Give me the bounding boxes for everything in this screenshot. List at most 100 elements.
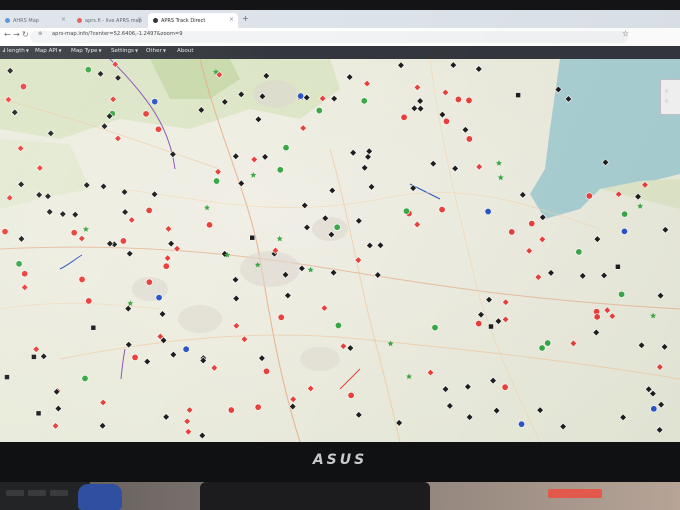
station-red-circle-icon[interactable] [19, 83, 27, 91]
station-red-circle-icon[interactable] [277, 313, 285, 321]
station-red-circle-icon[interactable] [70, 229, 78, 237]
station-green-circle-icon[interactable] [538, 344, 546, 352]
station-red-circle-icon[interactable] [145, 206, 153, 214]
station-green-circle-icon[interactable] [276, 166, 284, 174]
station-red-circle-icon[interactable] [85, 297, 93, 305]
menu-other[interactable]: Other▼ [146, 48, 166, 54]
station-blue-circle-icon[interactable] [620, 227, 628, 235]
menu-length[interactable]: Ⅎ length▼ [2, 48, 29, 54]
station-green-circle-icon[interactable] [618, 290, 626, 298]
tab-ahrs-map[interactable]: AHRS Map × [0, 13, 70, 28]
tab-aprs-fi[interactable]: aprs.fi - live APRS map × [72, 13, 146, 28]
station-red-circle-icon[interactable] [142, 110, 150, 118]
station-red-circle-icon[interactable] [438, 206, 446, 214]
station-red-circle-icon[interactable] [119, 237, 127, 245]
menu-label: About [177, 48, 194, 54]
station-green-circle-icon[interactable] [81, 374, 89, 382]
monitor-screen: AHRS Map × aprs.fi - live APRS map × APR… [0, 10, 680, 442]
station-square-icon[interactable] [35, 410, 42, 417]
station-red-circle-icon[interactable] [254, 403, 262, 411]
urban-area [178, 305, 222, 333]
browser-tab-bar: AHRS Map × aprs.fi - live APRS map × APR… [0, 10, 680, 28]
station-green-circle-icon[interactable] [282, 144, 290, 152]
monitor-top-bezel [0, 0, 680, 10]
lock-icon: ⊜ [38, 31, 43, 37]
app-menu-bar [0, 46, 680, 59]
station-green-circle-icon[interactable] [315, 107, 323, 115]
station-blue-circle-icon[interactable] [182, 345, 190, 353]
station-square-icon[interactable] [488, 323, 494, 330]
menu-map-api[interactable]: Map API▼ [35, 48, 62, 54]
station-red-circle-icon[interactable] [78, 275, 86, 283]
menu-about[interactable]: About [177, 48, 194, 54]
chevron-down-icon: ▼ [25, 48, 29, 53]
station-blue-circle-icon[interactable] [650, 405, 658, 413]
station-green-circle-icon[interactable] [360, 97, 368, 105]
chevron-down-icon: ▼ [162, 48, 166, 53]
station-red-circle-icon[interactable] [206, 221, 214, 229]
tab-aprs-track-direct[interactable]: APRS Track Direct × [148, 13, 238, 28]
station-red-circle-icon[interactable] [131, 353, 139, 361]
station-green-circle-icon[interactable] [431, 324, 439, 332]
station-blue-circle-icon[interactable] [151, 98, 159, 106]
url-text[interactable]: aprs-map.info/?center=52.6406,-1.2497&zo… [52, 31, 183, 37]
station-red-circle-icon[interactable] [400, 113, 408, 121]
urban-area [240, 251, 300, 287]
monitor-stand [200, 482, 430, 510]
station-red-circle-icon[interactable] [442, 117, 450, 125]
close-icon[interactable]: × [61, 16, 66, 23]
arrow-left-icon[interactable]: ← [4, 30, 11, 39]
station-square-icon[interactable] [249, 234, 255, 241]
station-green-circle-icon[interactable] [402, 207, 410, 215]
station-square-icon[interactable] [615, 264, 621, 270]
station-green-circle-icon[interactable] [213, 177, 221, 185]
station-green-circle-icon[interactable] [575, 248, 583, 256]
station-red-circle-icon[interactable] [465, 96, 473, 104]
station-green-circle-icon[interactable] [84, 66, 92, 74]
station-green-circle-icon[interactable] [621, 210, 629, 218]
station-red-circle-icon[interactable] [145, 278, 153, 286]
station-red-circle-icon[interactable] [154, 125, 162, 133]
station-square-icon[interactable] [4, 374, 10, 380]
star-icon[interactable]: ☆ [622, 29, 629, 38]
station-red-circle-icon[interactable] [585, 192, 593, 200]
station-square-icon[interactable] [515, 92, 521, 98]
station-red-circle-icon[interactable] [227, 406, 235, 414]
aprs-map[interactable]: ◇ ◇ [0, 59, 680, 442]
station-red-circle-icon[interactable] [528, 220, 536, 228]
reload-icon[interactable]: ↻ [22, 30, 29, 39]
station-green-circle-icon[interactable] [334, 321, 342, 329]
menu-settings[interactable]: Settings▼ [111, 48, 138, 54]
close-icon[interactable]: × [229, 16, 234, 23]
station-red-circle-icon[interactable] [21, 270, 29, 278]
menu-map-type[interactable]: Map Type▼ [71, 48, 102, 54]
station-green-circle-icon[interactable] [333, 223, 341, 231]
station-red-circle-icon[interactable] [465, 135, 473, 143]
layers-icon[interactable]: ◇ ◇ [660, 79, 680, 115]
plus-icon[interactable]: + [242, 14, 249, 23]
station-red-circle-icon[interactable] [475, 320, 483, 328]
station-blue-circle-icon[interactable] [297, 92, 305, 100]
map-canvas[interactable] [0, 59, 680, 442]
station-blue-circle-icon[interactable] [518, 420, 526, 428]
station-red-circle-icon[interactable] [262, 367, 270, 375]
station-red-circle-icon[interactable] [508, 228, 516, 236]
close-icon[interactable]: × [137, 16, 142, 23]
station-red-circle-icon[interactable] [593, 313, 601, 321]
tab-label: APRS Track Direct [161, 17, 206, 24]
station-red-circle-icon[interactable] [1, 228, 9, 236]
station-square-icon[interactable] [90, 324, 97, 331]
arrow-right-icon[interactable]: → [13, 30, 20, 39]
station-red-circle-icon[interactable] [454, 95, 462, 103]
chevron-down-icon: ▼ [58, 48, 62, 53]
station-blue-circle-icon[interactable] [155, 294, 163, 302]
station-red-circle-icon[interactable] [162, 262, 170, 270]
station-square-icon[interactable] [31, 354, 37, 360]
station-green-circle-icon[interactable] [15, 260, 23, 268]
station-red-circle-icon[interactable] [347, 391, 355, 399]
station-red-circle-icon[interactable] [501, 383, 509, 391]
station-blue-circle-icon[interactable] [484, 208, 492, 216]
station-green-circle-icon[interactable] [544, 339, 552, 347]
monitor-brand-logo: ASUS [312, 452, 368, 468]
menu-label: Other [146, 48, 162, 54]
